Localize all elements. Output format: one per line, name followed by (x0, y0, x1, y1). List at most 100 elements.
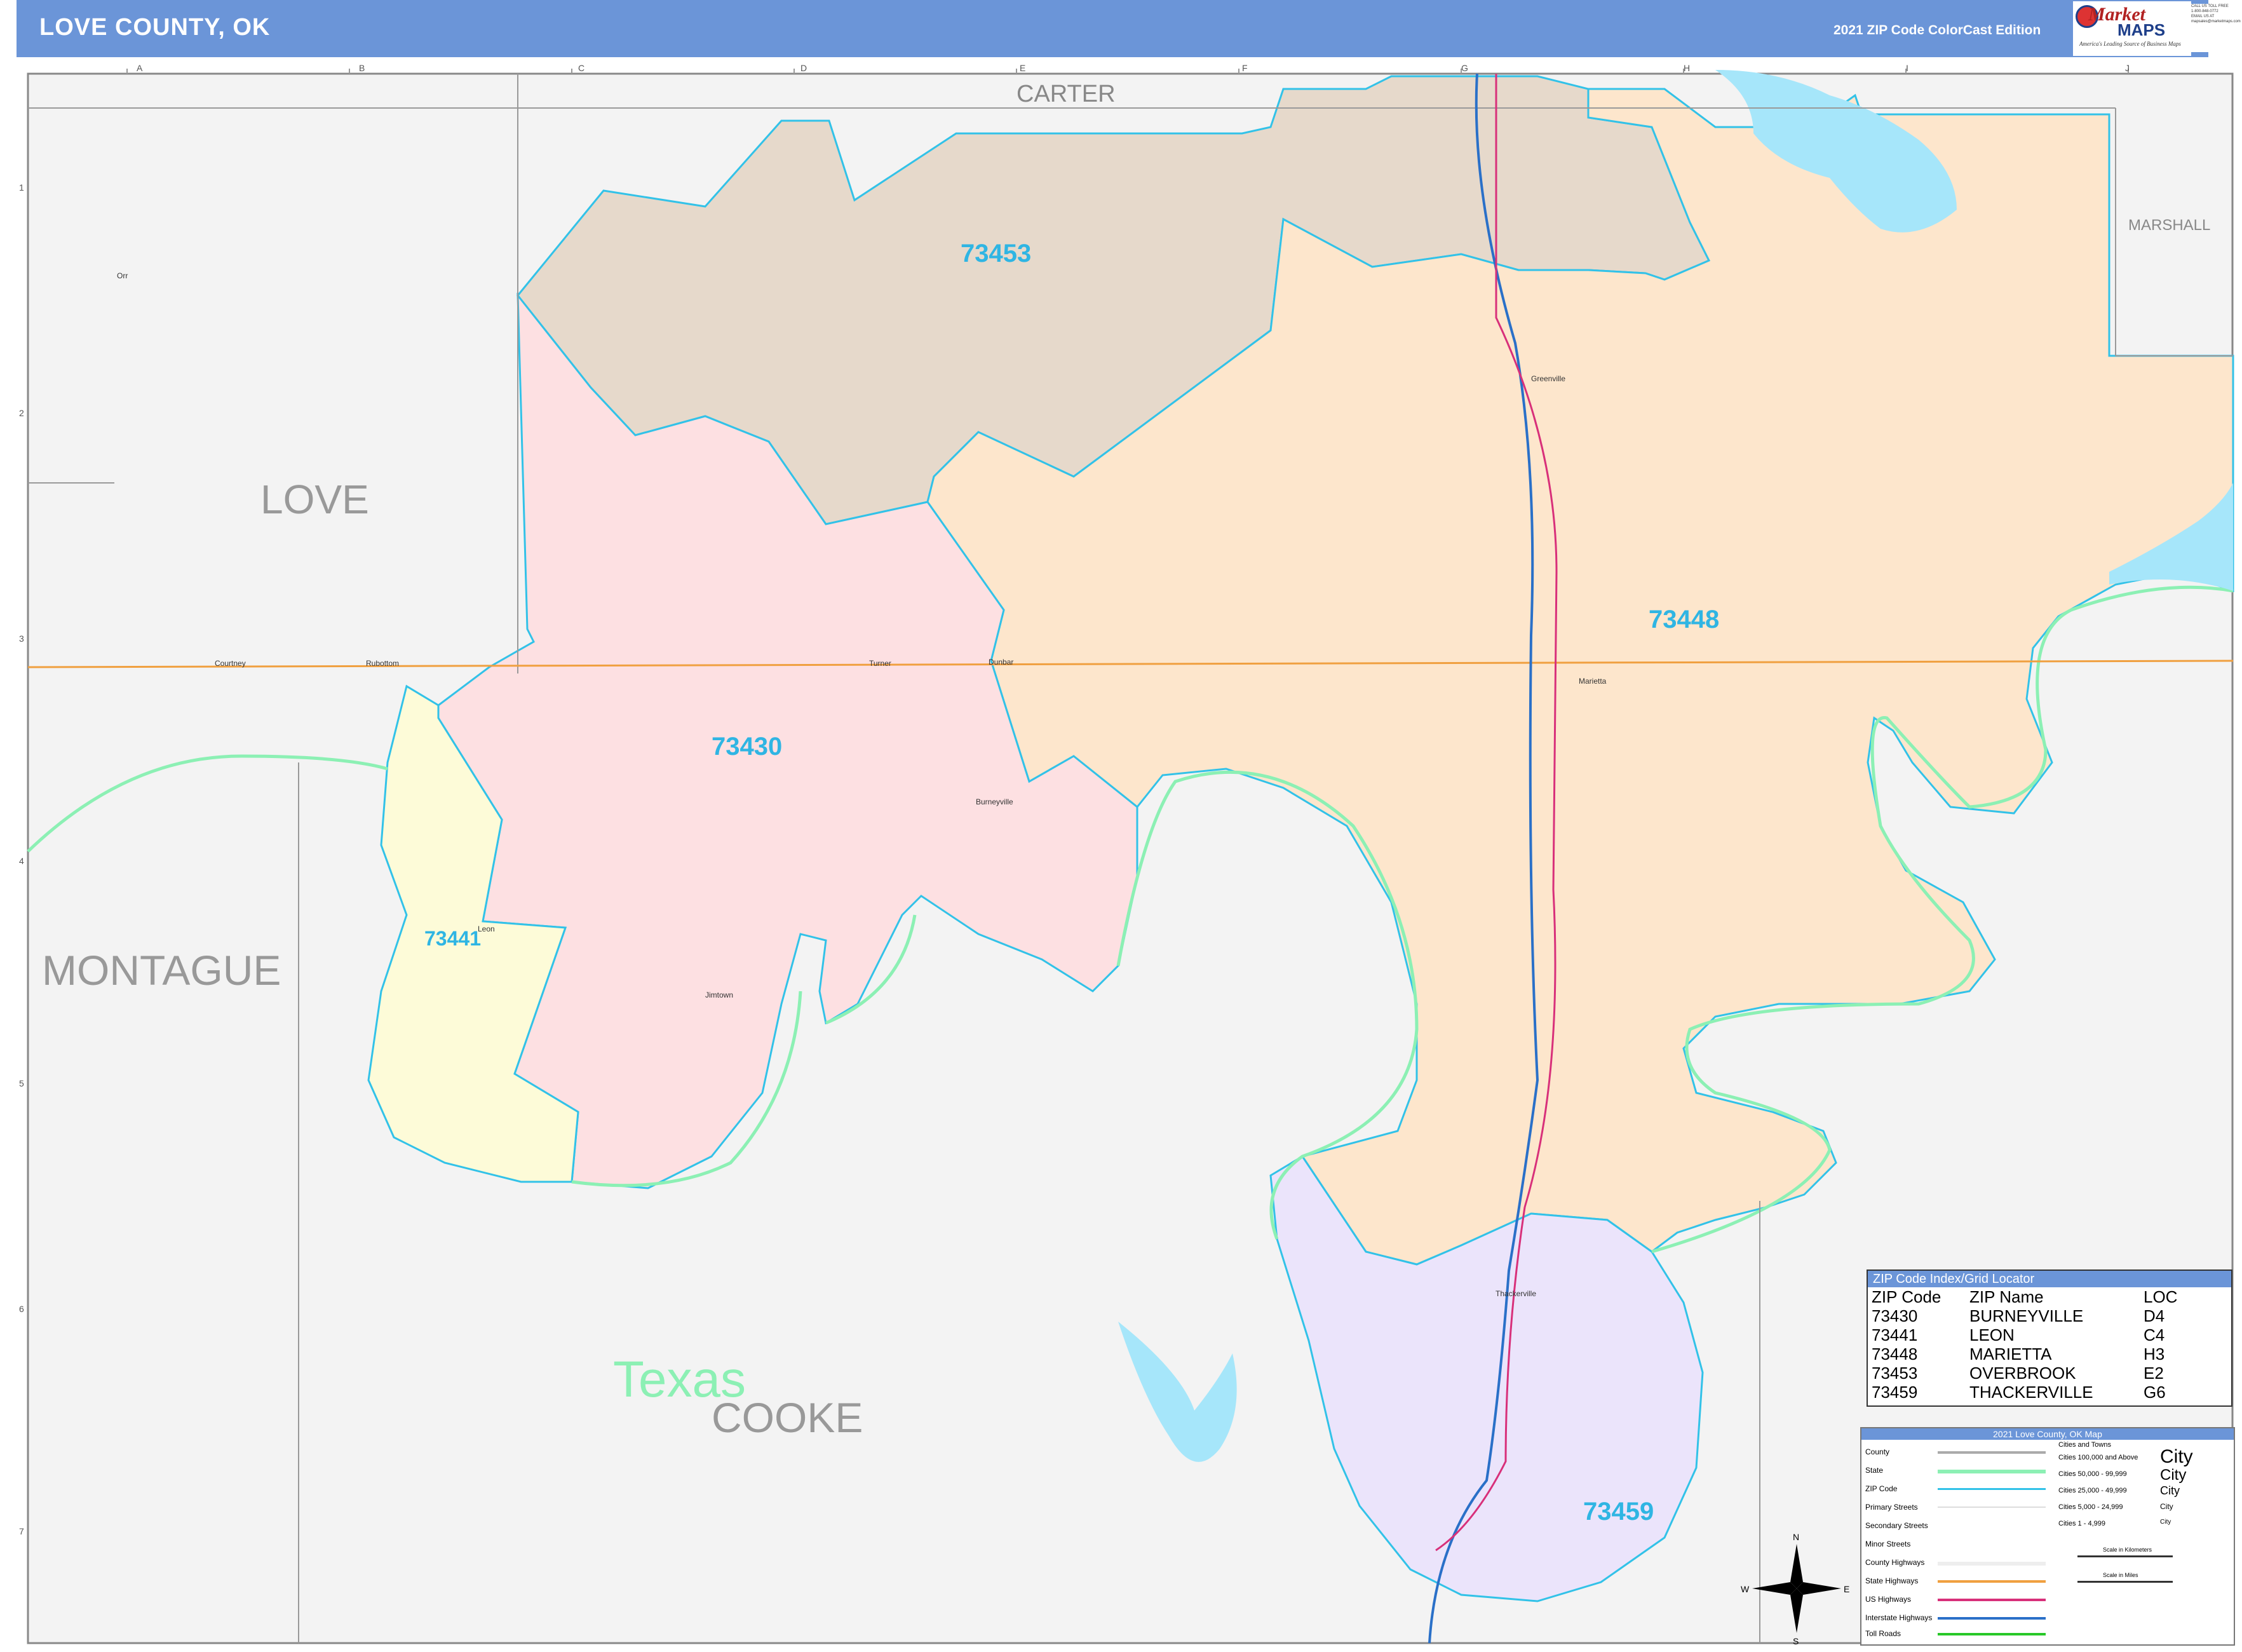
grid-row-4: 4 (19, 856, 24, 866)
grid-row-7: 7 (19, 1526, 24, 1536)
legend-us-hwy-line (1938, 1599, 2046, 1601)
grid-column-labels: A B C D E F G H I J (137, 63, 2130, 73)
compass-e: E (1844, 1584, 1849, 1594)
grid-col-c: C (578, 63, 584, 73)
compass-s: S (1793, 1636, 1799, 1646)
zip-name-cell: THACKERVILLE (1969, 1383, 2093, 1402)
grid-row-labels: 1 2 3 4 5 6 7 (19, 182, 24, 1536)
zip-label-73441: 73441 (424, 927, 481, 950)
legend-city-mark-2: City (2160, 1466, 2187, 1484)
legend-scale-km-bar (2077, 1555, 2173, 1557)
grid-col-j: J (2125, 63, 2130, 73)
zip-index-header-row: ZIP Code ZIP Name LOC (1872, 1287, 2180, 1306)
legend-city-class-2: Cities 50,000 - 99,999 (2058, 1470, 2127, 1478)
legend-toll: Toll Roads (1865, 1629, 1901, 1638)
table-row: 73453 OVERBROOK E2 (1872, 1364, 2180, 1383)
grid-col-e: E (1020, 63, 1025, 73)
zip-loc-cell: D4 (2144, 1306, 2165, 1325)
zip-index-table: ZIP Code Index/Grid Locator ZIP Code ZIP… (1867, 1269, 2232, 1407)
legend-county-hwy-line (1938, 1562, 2046, 1566)
zip-index-grid: ZIP Code ZIP Name LOC 73430 BURNEYVILLE … (1872, 1287, 2180, 1402)
legend-state-line (1938, 1470, 2046, 1473)
legend-primary: Primary Streets (1865, 1503, 1918, 1512)
zip-name-cell: LEON (1969, 1325, 2015, 1344)
legend-state: State (1865, 1466, 1884, 1475)
place-leon: Leon (478, 924, 495, 933)
legend-county: County (1865, 1447, 1890, 1456)
zip-code-cell: 73459 (1872, 1383, 1918, 1402)
table-row: 73430 BURNEYVILLE D4 (1872, 1306, 2180, 1325)
legend-city-mark-5: City (2160, 1519, 2171, 1526)
zip-loc-cell: C4 (2144, 1325, 2165, 1344)
zip-name-cell: OVERBROOK (1969, 1364, 2076, 1383)
zip-label-73453: 73453 (961, 240, 1031, 267)
grid-col-i: I (1906, 63, 1908, 73)
legend-county-hwy: County Highways (1865, 1558, 1925, 1567)
legend-secondary: Secondary Streets (1865, 1521, 1928, 1530)
zip-code-cell: 73441 (1872, 1325, 1918, 1344)
table-row: 73448 MARIETTA H3 (1872, 1344, 2180, 1364)
place-dunbar: Dunbar (989, 658, 1013, 667)
legend-scale-mi-bar (2077, 1581, 2173, 1583)
zip-index-title: ZIP Code Index/Grid Locator (1868, 1271, 2231, 1287)
place-turner: Turner (869, 659, 891, 668)
legend-city-mark-4: City (2160, 1502, 2173, 1511)
legend-city-class-4: Cities 5,000 - 24,999 (2058, 1503, 2123, 1511)
table-row: 73441 LEON C4 (1872, 1325, 2180, 1344)
compass-w: W (1741, 1584, 1750, 1594)
legend-city-class-3: Cities 25,000 - 49,999 (2058, 1487, 2127, 1494)
zip-index-header-zip: ZIP Code (1872, 1287, 1941, 1306)
legend-primary-line (1938, 1506, 2046, 1508)
legend-city-class-1: Cities 100,000 and Above (2058, 1454, 2138, 1461)
grid-row-6: 6 (19, 1304, 24, 1314)
place-orr: Orr (117, 271, 128, 280)
legend-minor: Minor Streets (1865, 1540, 1911, 1548)
zip-code-cell: 73448 (1872, 1344, 1918, 1364)
legend-city-mark-1: City (2160, 1446, 2193, 1467)
state-label-texas: Texas (613, 1351, 746, 1407)
legend-interstate: Interstate Highways (1865, 1613, 1933, 1622)
legend-city-mark-3: City (2160, 1484, 2180, 1497)
place-thackerville: Thackerville (1496, 1289, 1536, 1298)
legend-scale-km: Scale in Kilometers (2103, 1547, 2152, 1553)
zip-name-cell: BURNEYVILLE (1969, 1306, 2084, 1325)
legend-state-hwy-line (1938, 1580, 2046, 1583)
grid-row-2: 2 (19, 408, 24, 418)
zip-code-cell: 73430 (1872, 1306, 1918, 1325)
grid-col-h: H (1684, 63, 1690, 73)
zip-label-73448: 73448 (1649, 606, 1719, 633)
zip-loc-cell: E2 (2144, 1364, 2164, 1383)
place-jimtown: Jimtown (705, 991, 733, 999)
place-rubottom: Rubottom (366, 659, 399, 668)
county-label-marshall: MARSHALL (2128, 217, 2210, 234)
legend-zip: ZIP Code (1865, 1484, 1898, 1493)
place-greenville: Greenville (1531, 374, 1565, 383)
legend-zip-line (1938, 1488, 2046, 1490)
zip-index-header-loc: LOC (2144, 1287, 2178, 1306)
zip-label-73459: 73459 (1583, 1498, 1654, 1526)
grid-row-1: 1 (19, 182, 24, 193)
legend-scale-mi: Scale in Miles (2103, 1572, 2138, 1578)
legend-county-line (1938, 1451, 2046, 1454)
grid-col-b: B (359, 63, 365, 73)
legend-toll-line (1938, 1633, 2046, 1635)
map-legend: 2021 Love County, OK Map County State ZI… (1860, 1427, 2235, 1646)
grid-col-f: F (1242, 63, 1248, 73)
county-label-carter: CARTER (1016, 81, 1116, 107)
legend-cities-header: Cities and Towns (2058, 1441, 2111, 1449)
grid-col-d: D (800, 63, 807, 73)
place-marietta: Marietta (1579, 677, 1607, 686)
zip-index-header-name: ZIP Name (1969, 1287, 2044, 1306)
grid-row-5: 5 (19, 1078, 24, 1088)
compass-n: N (1793, 1532, 1799, 1542)
zip-code-cell: 73453 (1872, 1364, 1918, 1383)
zip-loc-cell: G6 (2144, 1383, 2166, 1402)
grid-col-g: G (1461, 63, 1468, 73)
legend-title: 2021 Love County, OK Map (1861, 1428, 2234, 1440)
legend-city-class-5: Cities 1 - 4,999 (2058, 1520, 2105, 1527)
grid-row-3: 3 (19, 633, 24, 644)
legend-state-hwy: State Highways (1865, 1576, 1919, 1585)
legend-us-hwy: US Highways (1865, 1595, 1912, 1604)
table-row: 73459 THACKERVILLE G6 (1872, 1383, 2180, 1402)
place-courtney: Courtney (215, 659, 246, 668)
